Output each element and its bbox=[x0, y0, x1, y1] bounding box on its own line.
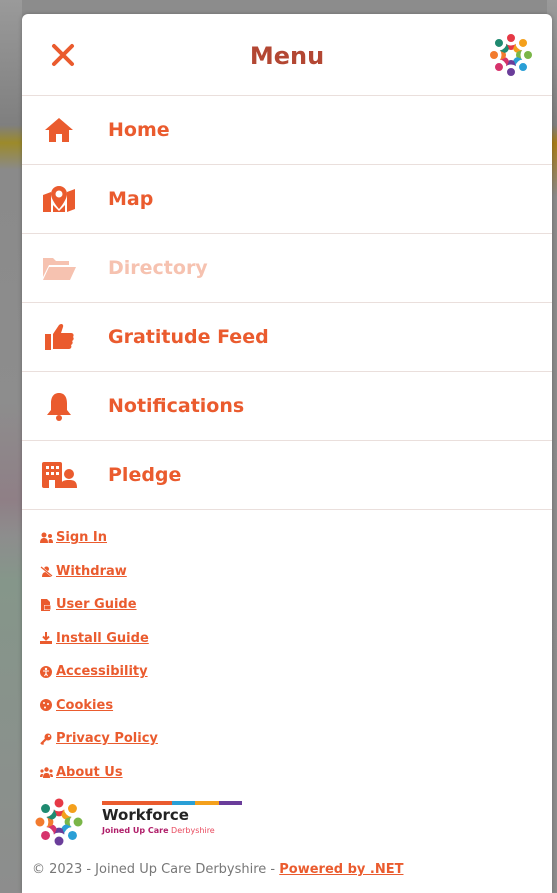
link-text: Sign In bbox=[56, 530, 107, 546]
brand-subtitle: Joined Up Care Derbyshire bbox=[102, 826, 215, 835]
nav-label: Directory bbox=[108, 257, 208, 279]
brand-color-bar bbox=[102, 801, 242, 805]
nav-item-directory[interactable]: Directory bbox=[22, 234, 552, 303]
thumbs-up-icon bbox=[40, 322, 78, 352]
key-icon bbox=[40, 732, 53, 745]
link-privacy-policy[interactable]: Privacy Policy bbox=[40, 722, 552, 756]
nav-label: Pledge bbox=[108, 464, 182, 486]
page-title: Menu bbox=[249, 42, 325, 70]
main-nav: Home Map Directory Gratitude Feed Notifi… bbox=[22, 96, 552, 510]
nav-item-home[interactable]: Home bbox=[22, 96, 552, 165]
brand-sub-bold: Joined Up Care bbox=[102, 826, 169, 835]
link-text: Privacy Policy bbox=[56, 731, 158, 747]
users-group-icon bbox=[40, 766, 53, 779]
nav-label: Home bbox=[108, 119, 170, 141]
nav-label: Notifications bbox=[108, 395, 245, 417]
workforce-logo-icon bbox=[35, 798, 83, 846]
menu-panel: Menu Home Map Directory Gratitude Feed N… bbox=[22, 14, 552, 893]
cookie-icon bbox=[40, 699, 53, 712]
link-text: Withdraw bbox=[56, 563, 127, 579]
user-slash-icon bbox=[40, 565, 53, 578]
copyright-footer: © 2023 - Joined Up Care Derbyshire - Pow… bbox=[32, 862, 403, 877]
background-left bbox=[0, 0, 22, 893]
link-accessibility[interactable]: Accessibility bbox=[40, 655, 552, 689]
home-icon bbox=[40, 115, 78, 145]
building-user-icon bbox=[40, 460, 78, 490]
nav-label: Map bbox=[108, 188, 154, 210]
link-withdraw[interactable]: Withdraw bbox=[40, 555, 552, 589]
powered-by-link[interactable]: Powered by .NET bbox=[279, 862, 403, 877]
link-install-guide[interactable]: Install Guide bbox=[40, 622, 552, 656]
nav-item-notifications[interactable]: Notifications bbox=[22, 372, 552, 441]
download-icon bbox=[40, 632, 53, 645]
copyright-text: © 2023 - Joined Up Care Derbyshire - bbox=[32, 862, 280, 877]
link-text: Accessibility bbox=[56, 664, 148, 680]
link-text: About Us bbox=[56, 764, 123, 780]
link-user-guide[interactable]: User Guide bbox=[40, 588, 552, 622]
brand-sub-rest: Derbyshire bbox=[168, 826, 215, 835]
link-cookies[interactable]: Cookies bbox=[40, 689, 552, 723]
brand-name: Workforce bbox=[102, 806, 189, 824]
nav-item-pledge[interactable]: Pledge bbox=[22, 441, 552, 510]
link-text: User Guide bbox=[56, 597, 137, 613]
nav-label: Gratitude Feed bbox=[108, 326, 269, 348]
users-icon bbox=[40, 531, 53, 544]
nav-item-map[interactable]: Map bbox=[22, 165, 552, 234]
link-text: Cookies bbox=[56, 697, 114, 713]
accessibility-icon bbox=[40, 665, 53, 678]
file-pdf-icon bbox=[40, 598, 53, 611]
bell-icon bbox=[40, 391, 78, 421]
map-icon bbox=[40, 184, 78, 214]
menu-header: Menu bbox=[22, 14, 552, 96]
link-about-us[interactable]: About Us bbox=[40, 756, 552, 790]
link-text: Install Guide bbox=[56, 630, 149, 646]
folder-open-icon bbox=[40, 253, 78, 283]
joined-up-care-logo-icon[interactable] bbox=[486, 30, 536, 80]
footer-links: Sign In Withdraw User Guide Install Guid… bbox=[22, 510, 552, 789]
workforce-brand: Workforce Joined Up Care Derbyshire bbox=[28, 792, 258, 852]
link-sign-in[interactable]: Sign In bbox=[40, 521, 552, 555]
nav-item-gratitude-feed[interactable]: Gratitude Feed bbox=[22, 303, 552, 372]
